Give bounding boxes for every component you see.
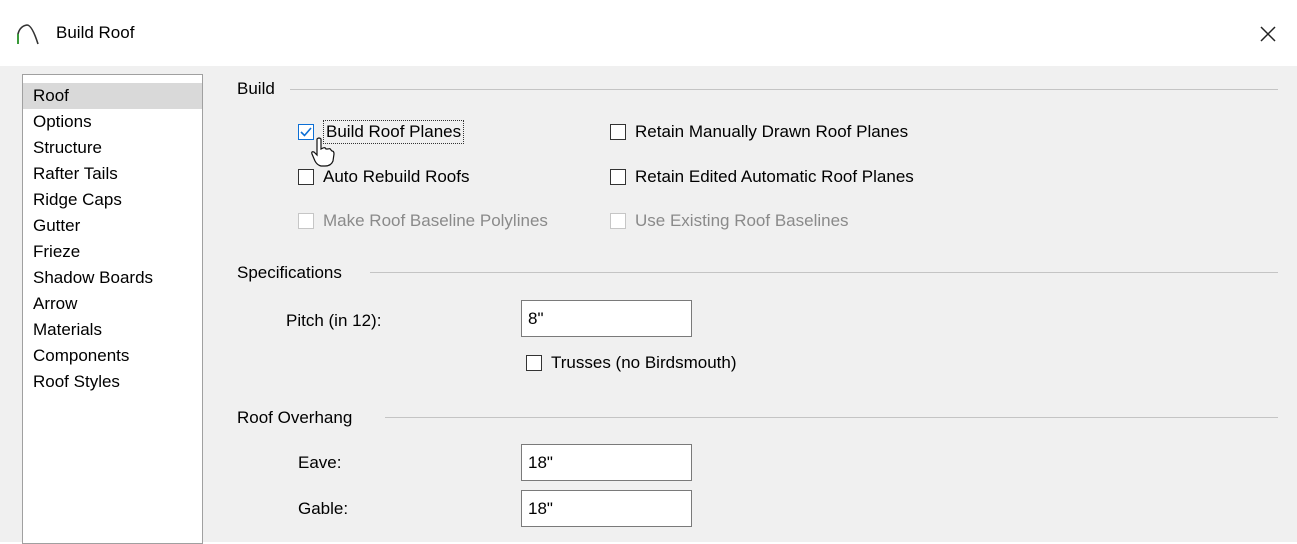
sidebar-item-shadow-boards[interactable]: Shadow Boards [23, 265, 202, 291]
sidebar-item-frieze[interactable]: Frieze [23, 239, 202, 265]
retain-manually-drawn-checkbox[interactable]: Retain Manually Drawn Roof Planes [610, 122, 908, 142]
sidebar-item-components[interactable]: Components [23, 343, 202, 369]
specifications-group-divider [370, 272, 1278, 273]
hand-cursor-icon [311, 137, 335, 167]
checkbox-box[interactable] [298, 169, 314, 185]
auto-rebuild-roofs-label: Auto Rebuild Roofs [323, 167, 470, 186]
checkbox-box[interactable] [526, 355, 542, 371]
retain-manually-drawn-label: Retain Manually Drawn Roof Planes [635, 122, 909, 141]
gable-input[interactable] [521, 490, 692, 527]
make-roof-baseline-polylines-label: Make Roof Baseline Polylines [323, 211, 548, 230]
sidebar-item-ridge-caps[interactable]: Ridge Caps [23, 187, 202, 213]
sidebar-item-arrow[interactable]: Arrow [23, 291, 202, 317]
retain-edited-automatic-label: Retain Edited Automatic Roof Planes [635, 167, 914, 186]
auto-rebuild-roofs-checkbox[interactable]: Auto Rebuild Roofs [298, 167, 469, 187]
eave-label: Eave: [298, 453, 342, 472]
use-existing-baselines-checkbox: Use Existing Roof Baselines [610, 211, 849, 231]
close-button[interactable] [1250, 16, 1286, 52]
retain-edited-automatic-checkbox[interactable]: Retain Edited Automatic Roof Planes [610, 167, 914, 187]
pitch-label: Pitch (in 12): [286, 311, 382, 330]
sidebar-item-rafter-tails[interactable]: Rafter Tails [23, 161, 202, 187]
checkbox-box [298, 213, 314, 229]
roof-arc-icon [17, 24, 39, 45]
close-icon [1260, 26, 1276, 42]
sidebar-item-materials[interactable]: Materials [23, 317, 202, 343]
title-bar: Build Roof [0, 0, 1297, 66]
trusses-label: Trusses (no Birdsmouth) [551, 353, 737, 372]
build-group-label: Build [237, 79, 281, 99]
specifications-group-label: Specifications [237, 263, 348, 283]
sidebar-item-options[interactable]: Options [23, 109, 202, 135]
gable-label: Gable: [298, 499, 349, 518]
dialog-body: Roof Options Structure Rafter Tails Ridg… [0, 66, 1297, 544]
overhang-group-label: Roof Overhang [237, 408, 359, 428]
sidebar-item-roof[interactable]: Roof [23, 83, 202, 109]
category-list: Roof Options Structure Rafter Tails Ridg… [22, 74, 203, 544]
build-group-divider [290, 89, 1278, 90]
use-existing-baselines-label: Use Existing Roof Baselines [635, 211, 849, 230]
sidebar-item-roof-styles[interactable]: Roof Styles [23, 369, 202, 395]
checkbox-box[interactable] [610, 169, 626, 185]
pitch-input[interactable] [521, 300, 692, 337]
window-title: Build Roof [56, 23, 135, 42]
checkbox-box[interactable] [610, 124, 626, 140]
sidebar-item-gutter[interactable]: Gutter [23, 213, 202, 239]
checkbox-box [610, 213, 626, 229]
overhang-group-divider [385, 417, 1278, 418]
eave-input[interactable] [521, 444, 692, 481]
sidebar-item-structure[interactable]: Structure [23, 135, 202, 161]
build-roof-planes-label: Build Roof Planes [323, 120, 465, 144]
make-roof-baseline-polylines-checkbox: Make Roof Baseline Polylines [298, 211, 548, 231]
trusses-checkbox[interactable]: Trusses (no Birdsmouth) [526, 353, 736, 373]
